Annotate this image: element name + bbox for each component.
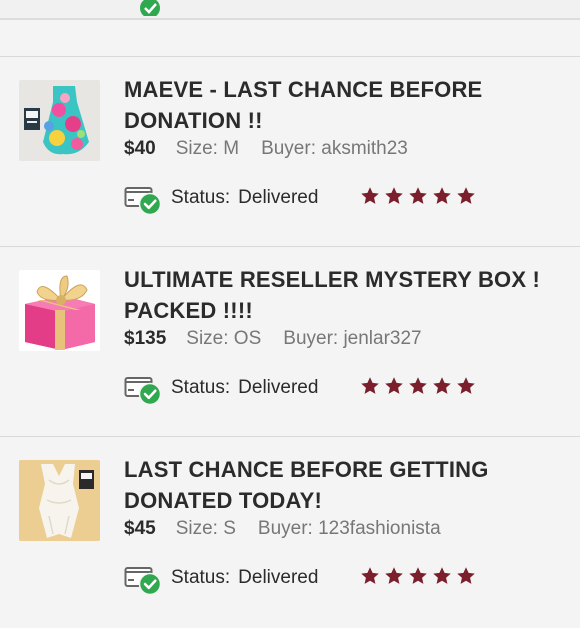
star-icon — [433, 567, 451, 584]
header-bar — [0, 0, 580, 20]
star-icon — [409, 567, 427, 584]
star-rating — [360, 376, 476, 396]
star-rating — [360, 186, 476, 206]
divider — [0, 56, 580, 57]
status-row: Status: Delivered — [124, 372, 564, 408]
status-text: Status: Delivered — [171, 567, 318, 589]
star-icon — [457, 377, 475, 394]
item-buyer: Buyer: jenlar327 — [283, 328, 422, 349]
item-meta: $40 Size: M Buyer: aksmith23 — [124, 138, 408, 160]
star-icon — [361, 377, 379, 394]
star-icon — [385, 187, 403, 204]
item-meta: $45 Size: S Buyer: 123fashionista — [124, 518, 441, 540]
delivered-package-icon — [124, 562, 162, 601]
star-icon — [385, 567, 403, 584]
order-item[interactable]: LAST CHANCE BEFORE GETTING DONATED TODAY… — [0, 438, 580, 628]
status-label: Status: — [171, 187, 231, 208]
item-size: Size: S — [175, 518, 236, 539]
star-icon — [361, 567, 379, 584]
status-text: Status: Delivered — [171, 187, 318, 209]
order-item[interactable]: ULTIMATE RESELLER MYSTERY BOX ! PACKED !… — [0, 248, 580, 438]
item-buyer: Buyer: aksmith23 — [261, 138, 408, 159]
pink-gift-box-photo[interactable] — [19, 270, 100, 351]
delivered-package-icon — [138, 0, 166, 18]
star-icon — [433, 187, 451, 204]
status-text: Status: Delivered — [171, 377, 318, 399]
star-icon — [409, 377, 427, 394]
status-row: Status: Delivered — [124, 182, 564, 218]
floral-dress-photo[interactable] — [19, 80, 100, 161]
item-buyer: Buyer: 123fashionista — [257, 518, 441, 539]
star-icon — [457, 187, 475, 204]
item-price: $45 — [124, 518, 156, 539]
order-item[interactable]: MAEVE - LAST CHANCE BEFORE DONATION !! $… — [0, 58, 580, 248]
item-price: $40 — [124, 138, 156, 159]
item-size: Size: M — [175, 138, 240, 159]
white-romper-photo[interactable] — [19, 460, 100, 541]
star-icon — [457, 567, 475, 584]
star-icon — [433, 377, 451, 394]
divider — [0, 436, 580, 437]
star-rating — [360, 566, 476, 586]
status-label: Status: — [171, 377, 231, 398]
delivered-package-icon — [124, 182, 162, 221]
star-icon — [385, 377, 403, 394]
star-icon — [361, 187, 379, 204]
item-title[interactable]: MAEVE - LAST CHANCE BEFORE DONATION !! — [124, 74, 564, 136]
item-meta: $135 Size: OS Buyer: jenlar327 — [124, 328, 422, 350]
status-row: Status: Delivered — [124, 562, 564, 598]
status-value: Delivered — [238, 377, 319, 398]
item-price: $135 — [124, 328, 167, 349]
item-title[interactable]: ULTIMATE RESELLER MYSTERY BOX ! PACKED !… — [124, 264, 564, 326]
delivered-package-icon — [124, 372, 162, 411]
divider — [0, 246, 580, 247]
item-title[interactable]: LAST CHANCE BEFORE GETTING DONATED TODAY… — [124, 454, 564, 516]
status-value: Delivered — [238, 187, 319, 208]
star-icon — [409, 187, 427, 204]
item-size: Size: OS — [186, 328, 262, 349]
